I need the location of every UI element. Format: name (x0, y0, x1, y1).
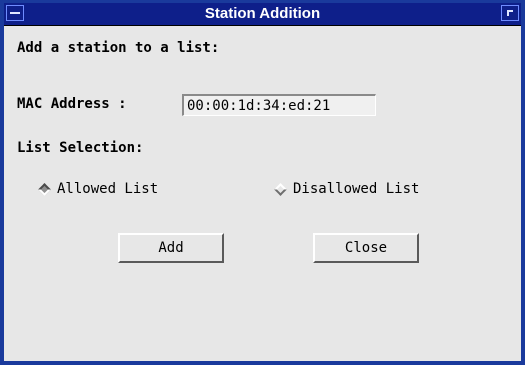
close-button[interactable]: Close (313, 233, 419, 263)
radio-allowed-list-label: Allowed List (57, 181, 159, 197)
window-menu-icon[interactable] (6, 5, 24, 21)
station-addition-dialog: Station Addition Add a station to a list… (0, 0, 525, 365)
list-selection-label: List Selection: (17, 140, 144, 156)
radio-disallowed-list-label: Disallowed List (293, 181, 420, 197)
mac-address-input[interactable] (182, 94, 376, 116)
radio-selected-icon (38, 182, 51, 196)
radio-allowed-list[interactable]: Allowed List (38, 181, 159, 197)
maximize-icon[interactable] (501, 5, 519, 21)
add-button[interactable]: Add (118, 233, 224, 263)
window-title: Station Addition (204, 5, 321, 22)
radio-unselected-icon (274, 182, 287, 196)
radio-disallowed-list[interactable]: Disallowed List (274, 181, 420, 197)
form-heading: Add a station to a list: (17, 40, 220, 56)
mac-address-label: MAC Address : (17, 96, 127, 112)
title-bar[interactable]: Station Addition (4, 3, 521, 26)
